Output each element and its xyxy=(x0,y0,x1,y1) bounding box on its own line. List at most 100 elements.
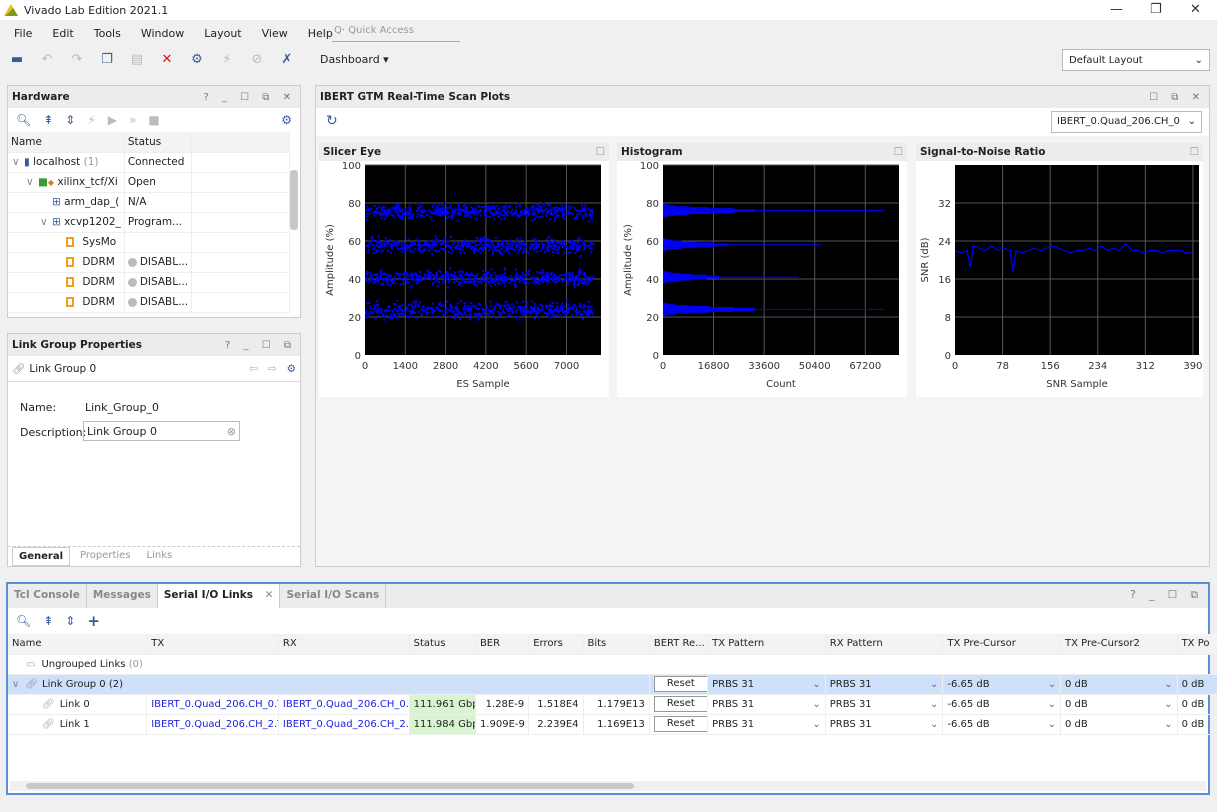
expand-chevron-icon[interactable]: ∨ xyxy=(12,679,19,690)
minimize-button[interactable]: — xyxy=(1110,2,1123,17)
tree-row[interactable]: ∨ ▮ localhost (1) Connected xyxy=(8,152,290,173)
maximize-icon[interactable]: ☐ xyxy=(894,146,903,158)
layout-select[interactable]: Default Layout ⌄ xyxy=(1062,49,1210,71)
tree-row[interactable]: SysMo xyxy=(8,232,290,253)
tx-pre-cursor-select[interactable]: -6.65 dB ⌄ xyxy=(947,719,1056,730)
expand-chevron-icon[interactable]: ∨ xyxy=(12,156,24,168)
add-link-icon[interactable]: + xyxy=(87,612,100,630)
expand-all-icon[interactable]: ⇕ xyxy=(65,614,75,628)
tx-pre-cursor2-select[interactable]: 0 dB ⌄ xyxy=(1065,699,1173,710)
undo-icon[interactable]: ↶ xyxy=(38,52,56,67)
table-row-link[interactable]: 🔗︎ Link 1 IBERT_0.Quad_206.CH_2.TX IBERT_… xyxy=(8,714,1217,735)
tx-channel-link[interactable]: IBERT_0.Quad_206.CH_0.TX xyxy=(146,694,279,715)
quick-access-input[interactable]: Q· Quick Access xyxy=(332,25,460,42)
tx-pattern-select[interactable]: PRBS 31 ⌄ xyxy=(712,679,821,690)
column-header[interactable]: Errors xyxy=(528,634,584,655)
tx-channel-link[interactable]: IBERT_0.Quad_206.CH_2.TX xyxy=(146,714,279,735)
panel-controls[interactable]: ? _ ☐ ⧉ xyxy=(225,340,296,351)
tab-serial-io-links[interactable]: Serial I/O Links ✕ xyxy=(157,584,281,608)
table-row-link-group[interactable]: ∨ 🔗︎ Link Group 0 (2) Reset PRBS 31 ⌄ PRBS … xyxy=(8,674,1217,695)
dashboard-menu[interactable]: Dashboard ▾ xyxy=(320,53,389,66)
col-name[interactable]: Name xyxy=(8,132,125,153)
tree-row[interactable]: ∨ ⊞ xcvp1202_ Program... xyxy=(8,212,290,233)
collapse-all-icon[interactable]: ⇞ xyxy=(43,614,53,628)
horizontal-scrollbar[interactable] xyxy=(10,781,1206,791)
column-header[interactable]: TX Po xyxy=(1177,634,1217,655)
tx-pre-cursor2-select[interactable]: 0 dB ⌄ xyxy=(1065,719,1173,730)
restore-button[interactable]: ❐ xyxy=(1150,2,1162,17)
redo-icon[interactable]: ↷ xyxy=(68,52,86,67)
menu-file[interactable]: File xyxy=(4,27,42,40)
column-header[interactable]: BER xyxy=(475,634,530,655)
table-row-ungrouped[interactable]: ▭ Ungrouped Links (0) xyxy=(8,654,1217,675)
tx-post-cursor[interactable]: 0 dB xyxy=(1177,674,1217,695)
rx-pattern-select[interactable]: PRBS 31 ⌄ xyxy=(830,679,939,690)
menu-view[interactable]: View xyxy=(252,27,298,40)
tab-links[interactable]: Links xyxy=(141,547,179,566)
column-header[interactable]: Status xyxy=(409,634,476,655)
tx-pre-cursor2-select[interactable]: 0 dB ⌄ xyxy=(1065,679,1173,690)
tx-pattern-select[interactable]: PRBS 31 ⌄ xyxy=(712,699,821,710)
column-header[interactable]: TX xyxy=(146,634,279,655)
open-folder-icon[interactable]: ▬ xyxy=(8,52,26,67)
maximize-icon[interactable]: ☐ xyxy=(1190,146,1199,158)
channel-select[interactable]: IBERT_0.Quad_206.CH_0 ⌄ xyxy=(1051,111,1202,133)
tx-pre-cursor-select[interactable]: -6.65 dB ⌄ xyxy=(947,679,1056,690)
collapse-all-icon[interactable]: ⇞ xyxy=(43,113,53,127)
tx-pattern-select[interactable]: PRBS 31 ⌄ xyxy=(712,719,821,730)
clear-icon[interactable]: ⊗ xyxy=(227,425,236,438)
description-input[interactable]: Link Group 0 ⊗ xyxy=(83,421,240,441)
delete-icon[interactable]: ✕ xyxy=(158,52,176,67)
expand-chevron-icon[interactable]: ∨ xyxy=(40,216,52,228)
reset-button[interactable]: Reset xyxy=(653,696,707,712)
reset-button[interactable]: Reset xyxy=(653,676,707,692)
tab-properties[interactable]: Properties xyxy=(74,547,137,566)
auto-connect-icon[interactable]: ⚡ xyxy=(218,52,236,67)
rx-channel-link[interactable]: IBERT_0.Quad_206.CH_0.RX xyxy=(278,694,410,715)
run-all-icon[interactable]: » xyxy=(129,113,136,127)
column-header[interactable]: Name xyxy=(8,634,148,655)
column-header[interactable]: TX Pattern xyxy=(707,634,826,655)
rx-pattern-select[interactable]: PRBS 31 ⌄ xyxy=(830,719,939,730)
tree-row[interactable]: DDRM DISABL... xyxy=(8,272,290,293)
reset-button[interactable]: Reset xyxy=(653,716,707,732)
panel-controls[interactable]: ? _ ☐ ⧉ xyxy=(1125,584,1208,608)
panel-controls[interactable]: ☐ ⧉ ✕ xyxy=(1149,92,1205,103)
program-icon[interactable]: ⊘ xyxy=(248,52,266,67)
stop-icon[interactable]: ■ xyxy=(148,113,159,127)
tree-row[interactable]: ∨ ■◆ xilinx_tcf/Xi Open xyxy=(8,172,290,193)
search-icon[interactable]: 🔍︎ xyxy=(16,113,31,127)
tab-tcl-console[interactable]: Tcl Console xyxy=(8,584,87,608)
column-header[interactable]: Bits xyxy=(583,634,650,655)
refresh-icon[interactable]: ↻ xyxy=(326,113,338,129)
tab-messages[interactable]: Messages xyxy=(87,584,158,608)
scrollbar[interactable] xyxy=(290,156,298,318)
settings-gear-icon[interactable]: ⚙ xyxy=(188,52,206,67)
settings-gear-icon[interactable]: ⚙ xyxy=(287,363,296,375)
settings-gear-icon[interactable]: ⚙ xyxy=(281,113,292,127)
panel-controls[interactable]: ? _ ☐ ⧉ ✕ xyxy=(203,92,296,103)
menu-tools[interactable]: Tools xyxy=(84,27,131,40)
tx-pre-cursor-select[interactable]: -6.65 dB ⌄ xyxy=(947,699,1056,710)
tx-post-cursor[interactable]: 0 dB xyxy=(1177,714,1217,735)
column-header[interactable]: TX Pre-Cursor2 xyxy=(1060,634,1178,655)
col-status[interactable]: Status xyxy=(124,132,193,153)
back-forward-icon[interactable]: ⇦⇨ xyxy=(249,363,287,375)
menu-window[interactable]: Window xyxy=(131,27,194,40)
copy-icon[interactable]: ❐ xyxy=(98,52,116,67)
expand-chevron-icon[interactable]: ∨ xyxy=(26,176,38,188)
close-button[interactable]: ✕ xyxy=(1190,2,1201,17)
column-header[interactable]: TX Pre-Cursor xyxy=(942,634,1061,655)
run-icon[interactable]: ▶ xyxy=(108,113,117,127)
column-header[interactable]: RX xyxy=(278,634,410,655)
paste-icon[interactable]: ▤ xyxy=(128,52,146,67)
menu-layout[interactable]: Layout xyxy=(194,27,251,40)
tx-post-cursor[interactable]: 0 dB xyxy=(1177,694,1217,715)
tree-row[interactable]: DDRM DISABL... xyxy=(8,252,290,273)
tree-row[interactable]: DDRM DISABL... xyxy=(8,292,290,313)
menu-edit[interactable]: Edit xyxy=(42,27,83,40)
tab-serial-io-scans[interactable]: Serial I/O Scans xyxy=(280,584,387,608)
close-tab-icon[interactable]: ✕ xyxy=(265,589,274,601)
maximize-icon[interactable]: ☐ xyxy=(596,146,605,158)
expand-all-icon[interactable]: ⇕ xyxy=(65,113,75,127)
